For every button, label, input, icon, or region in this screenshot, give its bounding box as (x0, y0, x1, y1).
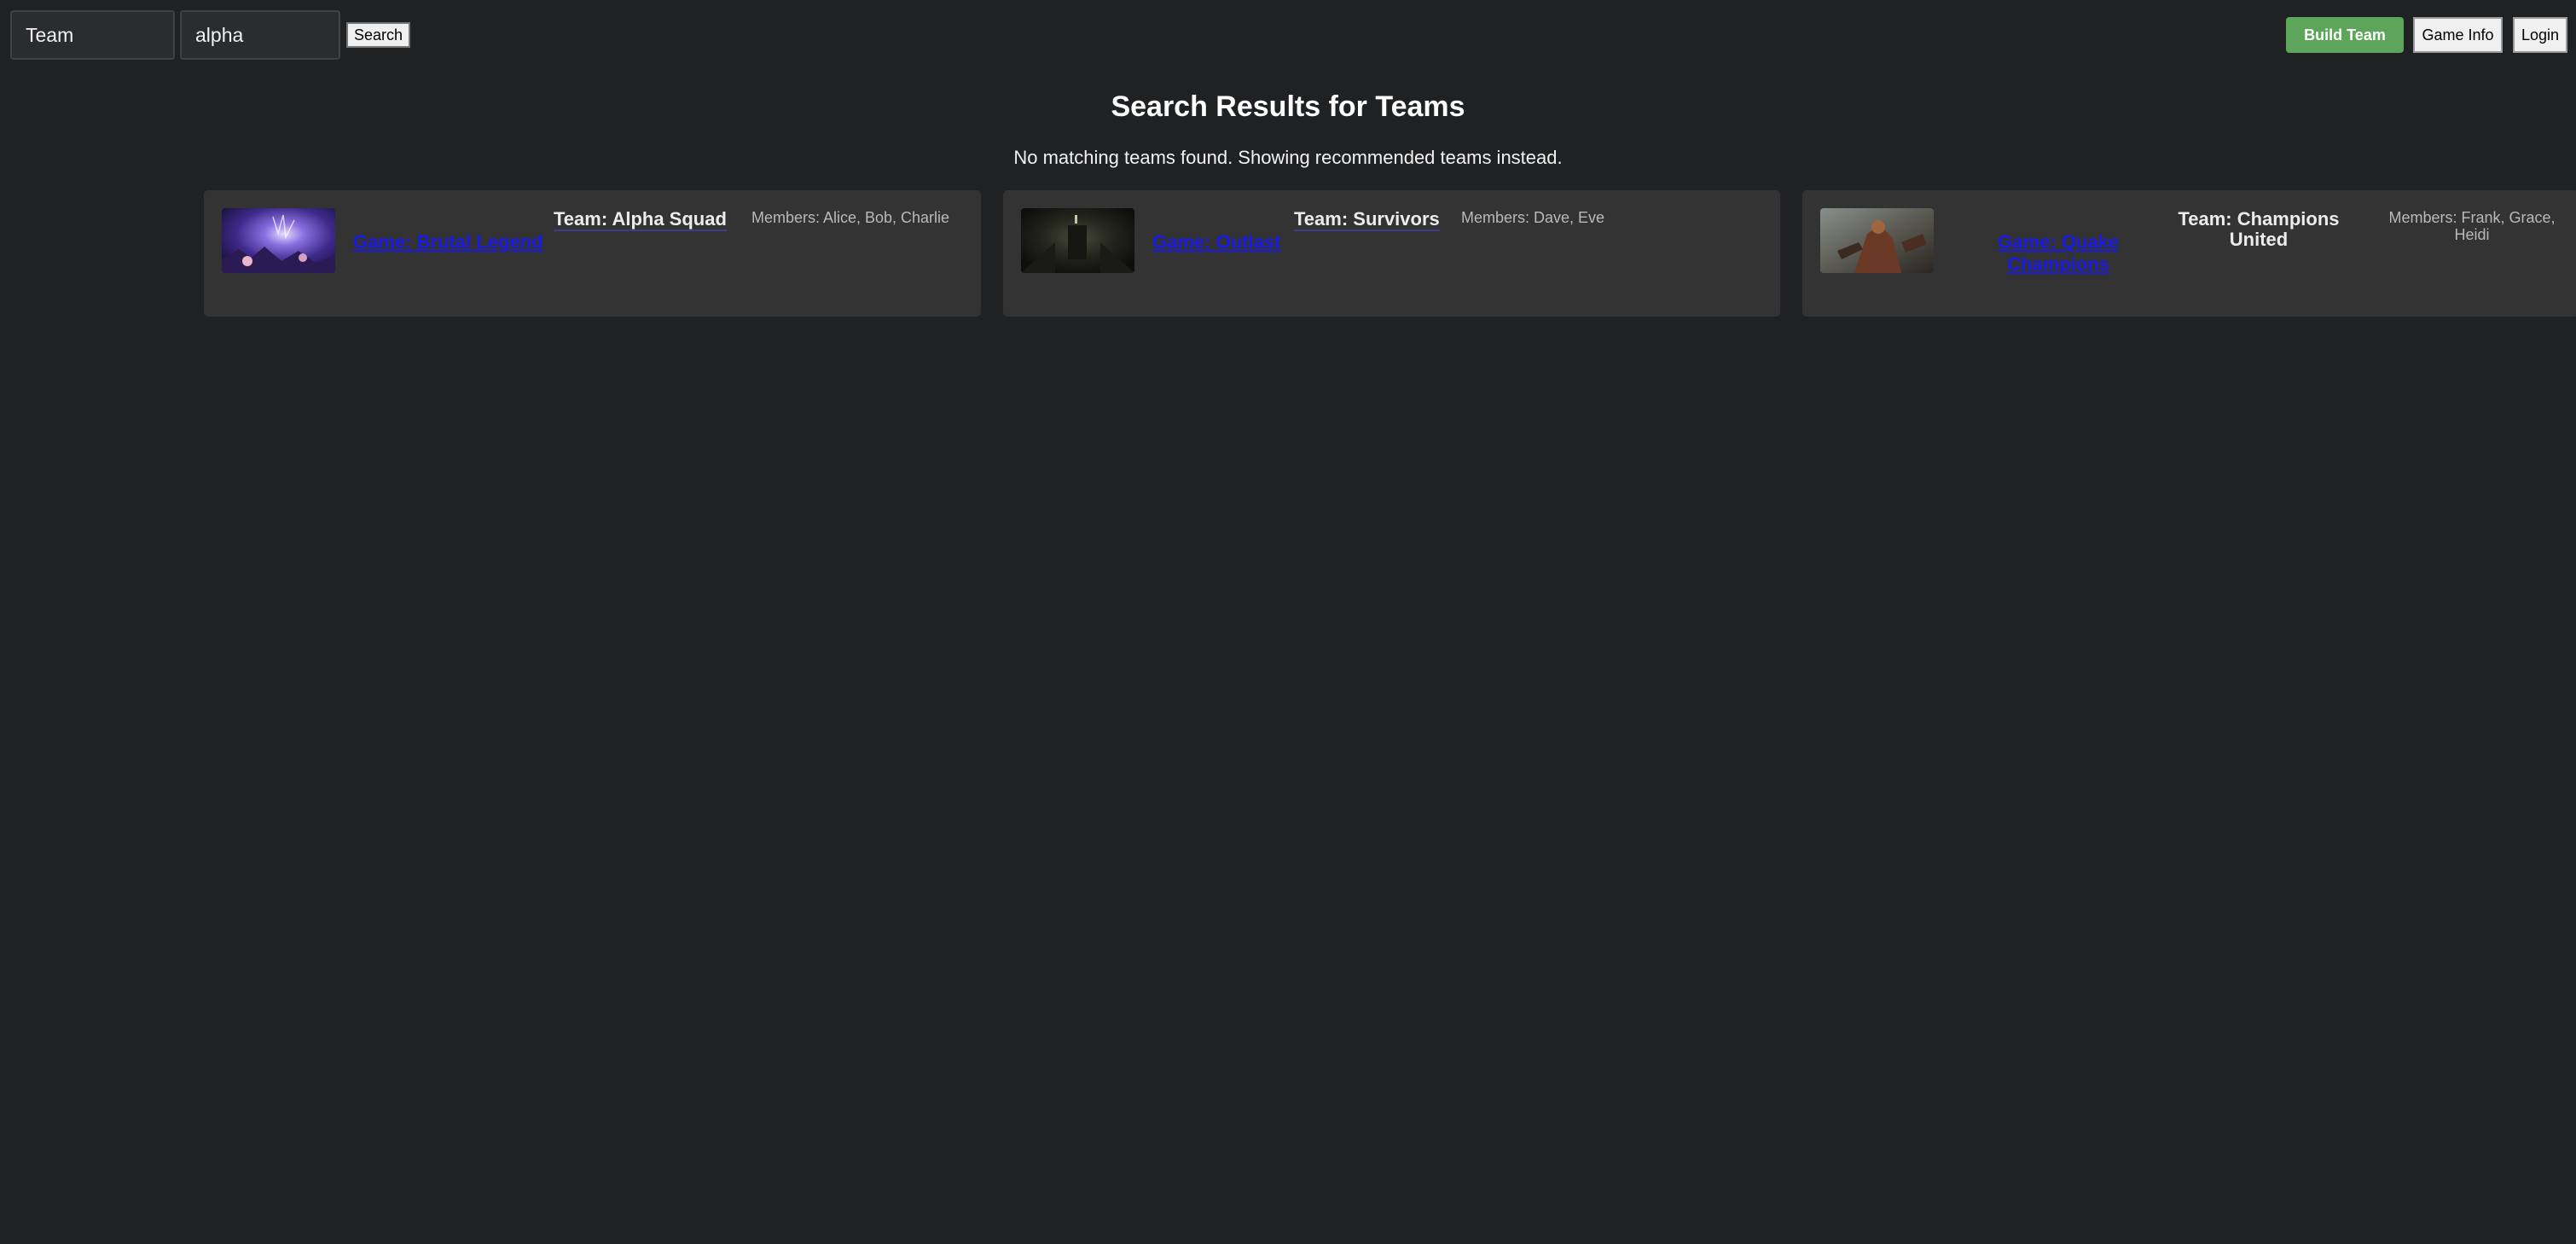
game-link[interactable]: Game: Brutal Legend (353, 231, 542, 253)
game-thumbnail[interactable] (1021, 208, 1134, 273)
game-link[interactable]: Game: Quake Champions (1973, 231, 2144, 276)
team-name[interactable]: Team: Alpha Squad (554, 209, 727, 231)
game-thumbnail[interactable] (1820, 208, 1934, 273)
top-bar: Team alpha Search Build Team Game Info L… (0, 0, 2576, 68)
team-name[interactable]: Team: Champions United (2173, 209, 2344, 250)
team-card: Game: Brutal Legend Team: Alpha Squad Me… (204, 190, 981, 317)
results-notice: No matching teams found. Showing recomme… (1013, 147, 1563, 168)
team-members: Members: Dave, Eve (1460, 209, 1605, 226)
team-members: Members: Alice, Bob, Charlie (751, 209, 950, 226)
game-thumbnail[interactable] (222, 208, 335, 273)
search-button[interactable]: Search (346, 22, 410, 48)
team-members: Members: Frank, Grace, Heidi (2388, 209, 2556, 243)
game-link[interactable]: Game: Outlast (1152, 231, 1280, 253)
search-category-select[interactable]: Team (10, 10, 175, 60)
search-input[interactable]: alpha (180, 10, 340, 60)
game-info-button[interactable]: Game Info (2413, 17, 2503, 53)
team-card: Game: Outlast Team: Survivors Members: D… (1003, 190, 1780, 317)
build-team-button[interactable]: Build Team (2286, 17, 2404, 53)
team-card: Game: Quake Champions Team: Champions Un… (1802, 190, 2576, 317)
login-button[interactable]: Login (2513, 17, 2567, 53)
team-name[interactable]: Team: Survivors (1294, 209, 1440, 231)
page-title: Search Results for Teams (1111, 90, 1465, 123)
